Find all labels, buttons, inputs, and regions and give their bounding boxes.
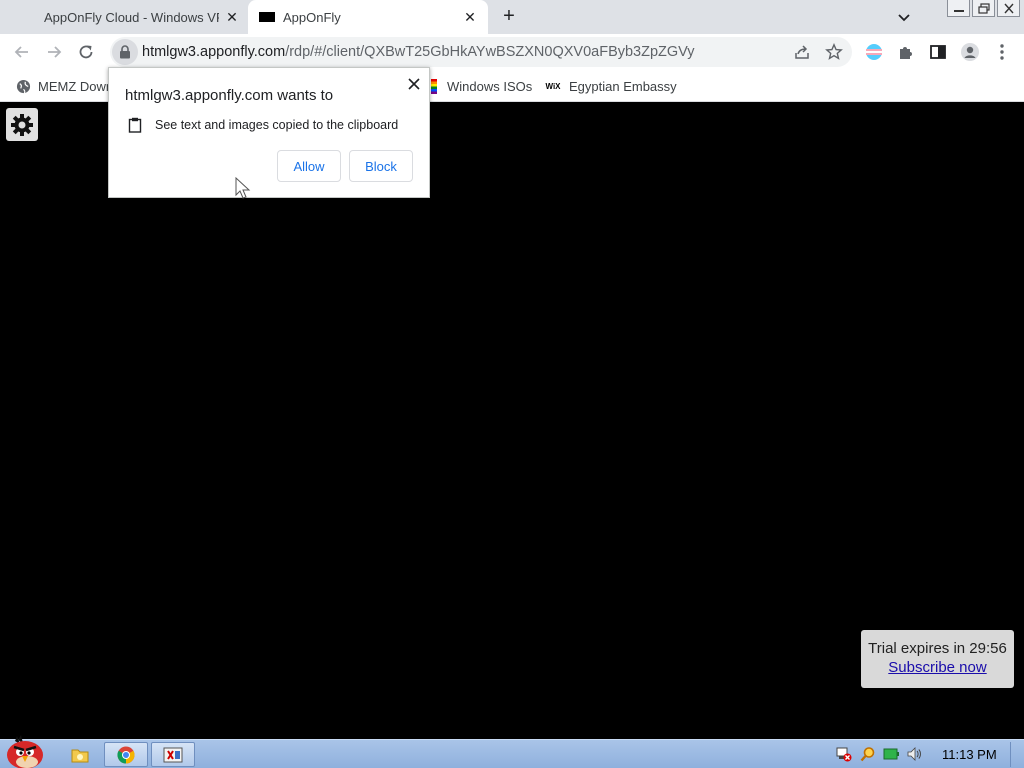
minimize-button[interactable] (947, 0, 970, 17)
subscribe-now-link[interactable]: Subscribe now (861, 659, 1014, 676)
tab-apponfly-cloud[interactable]: AppOnFly Cloud - Windows VPS ✕ (30, 0, 248, 34)
close-window-button[interactable] (997, 0, 1020, 17)
globe-icon (15, 78, 31, 94)
favicon-icon (259, 12, 275, 22)
close-icon[interactable] (404, 74, 424, 94)
bookmark-star-icon[interactable] (824, 42, 844, 62)
clipboard-permission-dialog: htmlgw3.apponfly.com wants to See text a… (108, 67, 430, 198)
taskbar-chrome-button[interactable] (104, 742, 148, 767)
tab-search-chevron-down-icon[interactable] (894, 7, 914, 27)
mouse-cursor-icon (235, 176, 251, 206)
chrome-icon (117, 746, 135, 763)
side-panel-icon[interactable] (928, 42, 948, 62)
tab-title: AppOnFly (283, 9, 341, 25)
restore-button[interactable] (972, 0, 995, 17)
tab-apponfly-active[interactable]: AppOnFly ✕ (248, 0, 488, 34)
profile-avatar-icon[interactable] (960, 42, 980, 62)
taskbar-app-button[interactable] (151, 742, 195, 767)
forward-button[interactable] (42, 40, 66, 64)
share-icon[interactable] (792, 42, 812, 62)
screen: AppOnFly Cloud - Windows VPS ✕ AppOnFly … (0, 0, 1024, 768)
bookmark-egyptian-embassy[interactable]: WiX Egyptian Embassy (544, 77, 677, 95)
bookmark-memz[interactable]: MEMZ Down (15, 77, 113, 95)
lock-icon[interactable] (112, 39, 138, 65)
extension-flag-icon[interactable] (864, 42, 884, 62)
trial-notice: Trial expires in 29:56 Subscribe now (861, 630, 1014, 688)
clipboard-icon (125, 116, 145, 134)
tray-search-icon[interactable] (860, 746, 876, 762)
tab-strip: AppOnFly Cloud - Windows VPS ✕ AppOnFly … (0, 0, 1024, 34)
url-text: htmlgw3.apponfly.com/rdp/#/client/QXBwT2… (142, 44, 695, 60)
url-path: /rdp/#/client/QXBwT25GbHkAYwBSZXN0QXV0aF… (285, 44, 695, 60)
bookmark-label: Egyptian Embassy (569, 78, 677, 94)
settings-gear-icon[interactable] (6, 108, 38, 141)
permission-row: See text and images copied to the clipbo… (125, 116, 398, 134)
bookmark-windows-isos[interactable]: Windows ISOs (426, 77, 532, 95)
tab-close-icon[interactable]: ✕ (224, 9, 240, 26)
window-controls (947, 0, 1020, 17)
address-bar[interactable]: htmlgw3.apponfly.com/rdp/#/client/QXBwT2… (110, 37, 852, 67)
browser-toolbar: htmlgw3.apponfly.com/rdp/#/client/QXBwT2… (0, 34, 1024, 70)
extensions-puzzle-icon[interactable] (896, 42, 916, 62)
tray-volume-icon[interactable] (906, 746, 922, 762)
block-button[interactable]: Block (349, 150, 413, 182)
tab-title: AppOnFly Cloud - Windows VPS (44, 9, 219, 25)
allow-button[interactable]: Allow (277, 150, 341, 182)
quicklaunch-folder-icon[interactable] (66, 742, 94, 767)
url-host: htmlgw3.apponfly.com (142, 44, 286, 60)
taskbar-clock[interactable]: 11:13 PM (942, 747, 997, 762)
start-button-bird-icon[interactable] (3, 732, 49, 768)
wix-icon: WiX (545, 81, 561, 91)
new-tab-button[interactable]: + (498, 5, 520, 29)
reload-button[interactable] (74, 40, 98, 64)
app-window-icon (163, 747, 183, 762)
bookmark-label: MEMZ Down (38, 78, 114, 94)
taskbar: 11:13 PM (0, 735, 1024, 768)
trial-expiry-text: Trial expires in 29:56 (868, 640, 1007, 657)
tab-close-icon[interactable]: ✕ (462, 9, 478, 26)
menu-kebab-icon[interactable] (992, 42, 1012, 62)
bookmark-label: Windows ISOs (447, 78, 533, 94)
back-button[interactable] (10, 40, 34, 64)
tray-network-error-icon[interactable] (836, 746, 852, 762)
dialog-title: htmlgw3.apponfly.com wants to (125, 87, 334, 104)
permission-text: See text and images copied to the clipbo… (155, 118, 399, 132)
tray-battery-icon[interactable] (883, 746, 899, 762)
show-desktop-button[interactable] (1010, 742, 1022, 767)
